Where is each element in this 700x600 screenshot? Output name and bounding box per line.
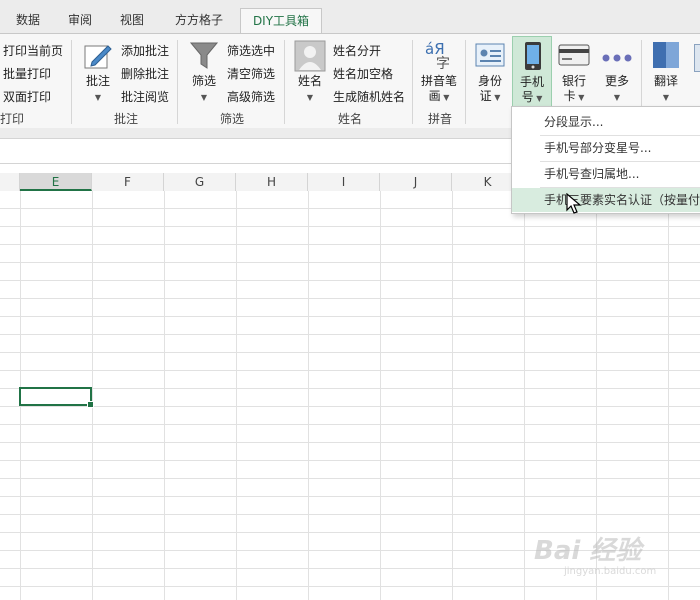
column-header-h[interactable]: H — [236, 173, 308, 191]
comment-button-label: 批注 — [85, 74, 110, 88]
baidu-jingyan-watermark: Bai 经验 jingyan.baidu.com — [534, 520, 684, 586]
fill-handle[interactable] — [87, 401, 94, 408]
group-label-filter: 筛选 — [219, 112, 244, 126]
random-name-button[interactable]: 生成随机姓名 — [333, 88, 405, 105]
menu-item-three-factor-verification[interactable]: 手机三要素实名认证（按量付 — [512, 188, 700, 212]
chevron-down-icon: ▼ — [440, 93, 450, 102]
print-current-page-button[interactable]: 打印当前页 — [3, 42, 63, 59]
advanced-filter-button[interactable]: 高级筛选 — [227, 88, 275, 105]
chevron-down-icon: ▼ — [575, 93, 585, 102]
translate-icon — [653, 42, 679, 68]
delete-comment-button[interactable]: 删除批注 — [121, 65, 169, 82]
group-separator — [465, 40, 466, 124]
chevron-down-icon: ▼ — [613, 93, 621, 102]
chevron-down-icon: ▼ — [662, 93, 670, 102]
bank-card-button[interactable]: 银行卡 ▼ — [554, 36, 594, 108]
filter-button-label: 筛选 — [191, 74, 216, 88]
group-label-print: 打印 — [0, 112, 25, 126]
next-ribbon-button[interactable] — [690, 36, 700, 108]
translate-button[interactable]: 翻译 ▼ — [646, 36, 686, 108]
active-cell-selection[interactable] — [19, 387, 94, 408]
menu-item-segment-display[interactable]: 分段显示... — [512, 110, 700, 134]
document-icon — [694, 44, 700, 72]
group-separator — [284, 40, 285, 124]
mobile-phone-icon — [525, 42, 541, 70]
name-add-space-button[interactable]: 姓名加空格 — [333, 65, 393, 82]
duplex-print-button[interactable]: 双面打印 — [3, 88, 51, 105]
clear-filter-button[interactable]: 清空筛选 — [227, 65, 275, 82]
filter-button[interactable]: 筛选 ▼ — [184, 36, 224, 108]
tab-data[interactable]: 数据 — [8, 8, 48, 32]
bank-card-label-line2: 卡 — [563, 89, 576, 103]
pinyin-stroke-button[interactable]: áЯ 字 拼音笔画 ▼ — [417, 36, 461, 108]
group-separator — [177, 40, 178, 124]
more-button[interactable]: 更多 ▼ — [597, 36, 637, 108]
group-separator — [412, 40, 413, 124]
name-button-label: 姓名 — [297, 74, 322, 88]
phone-number-dropdown-menu: 分段显示... 手机号部分变星号... 手机号查归属地... 手机三要素实名认证… — [511, 106, 700, 214]
mouse-cursor-icon — [566, 193, 582, 214]
group-label-pinyin: 拼音 — [427, 112, 452, 126]
tab-review[interactable]: 审阅 — [60, 8, 100, 32]
id-card-icon — [475, 43, 505, 67]
pinyin-button-label-line2: 画 — [428, 89, 441, 103]
batch-print-button[interactable]: 批量打印 — [3, 65, 51, 82]
id-card-button[interactable]: 身份证 ▼ — [470, 36, 510, 108]
menu-item-phone-location-lookup[interactable]: 手机号查归属地... — [512, 162, 700, 186]
group-separator — [71, 40, 72, 124]
watermark-url: jingyan.baidu.com — [564, 566, 657, 577]
pinyin-icon: áЯ 字 — [423, 40, 455, 72]
pinyin-icon-character: 字 — [436, 56, 450, 72]
bank-card-label: 银行 — [561, 74, 586, 88]
chevron-down-icon: ▼ — [200, 93, 208, 102]
id-card-label-line2: 证 — [479, 89, 492, 103]
add-comment-button[interactable]: 添加批注 — [121, 42, 169, 59]
bank-card-icon — [558, 44, 590, 66]
split-name-button[interactable]: 姓名分开 — [333, 42, 381, 59]
name-button[interactable]: 姓名 ▼ — [290, 36, 330, 108]
person-avatar-icon — [294, 40, 326, 72]
ellipsis-icon — [602, 54, 632, 62]
tab-diy-toolbox[interactable]: DIY工具箱 — [240, 8, 322, 35]
tab-fangfange[interactable]: 方方格子 — [166, 8, 232, 32]
chevron-down-icon: ▼ — [94, 93, 102, 102]
group-label-comment: 批注 — [113, 112, 138, 126]
ribbon-tab-bar: 数据 审阅 视图 方方格子 DIY工具箱 — [0, 0, 700, 35]
group-label-name: 姓名 — [337, 112, 362, 126]
view-comments-button[interactable]: 批注阅览 — [121, 88, 169, 105]
column-header-g[interactable]: G — [164, 173, 236, 191]
translate-label: 翻译 — [653, 74, 678, 88]
phone-number-label: 手机 — [519, 75, 544, 89]
funnel-icon — [189, 42, 219, 69]
pencil-comment-icon — [84, 45, 112, 69]
column-header-f[interactable]: F — [92, 173, 164, 191]
menu-item-mask-phone-number[interactable]: 手机号部分变星号... — [512, 136, 700, 160]
chevron-down-icon: ▼ — [306, 93, 314, 102]
phone-number-label-line2: 号 — [521, 90, 534, 104]
more-label: 更多 — [604, 74, 629, 88]
tab-view[interactable]: 视图 — [112, 8, 152, 32]
column-header-j[interactable]: J — [380, 173, 452, 191]
select-all-corner[interactable] — [0, 173, 20, 191]
column-header-i[interactable]: I — [308, 173, 380, 191]
column-header-e[interactable]: E — [20, 173, 92, 191]
id-card-label: 身份 — [477, 74, 502, 88]
chevron-down-icon: ▼ — [491, 93, 501, 102]
phone-number-button[interactable]: 手机号 ▼ — [512, 36, 552, 108]
comment-button[interactable]: 批注 ▼ — [78, 36, 118, 108]
filter-selected-button[interactable]: 筛选选中 — [227, 42, 275, 59]
pinyin-button-label: 拼音笔 — [420, 74, 457, 88]
chevron-down-icon: ▼ — [533, 94, 543, 103]
watermark-logo-text: Bai 经验 — [534, 536, 642, 566]
